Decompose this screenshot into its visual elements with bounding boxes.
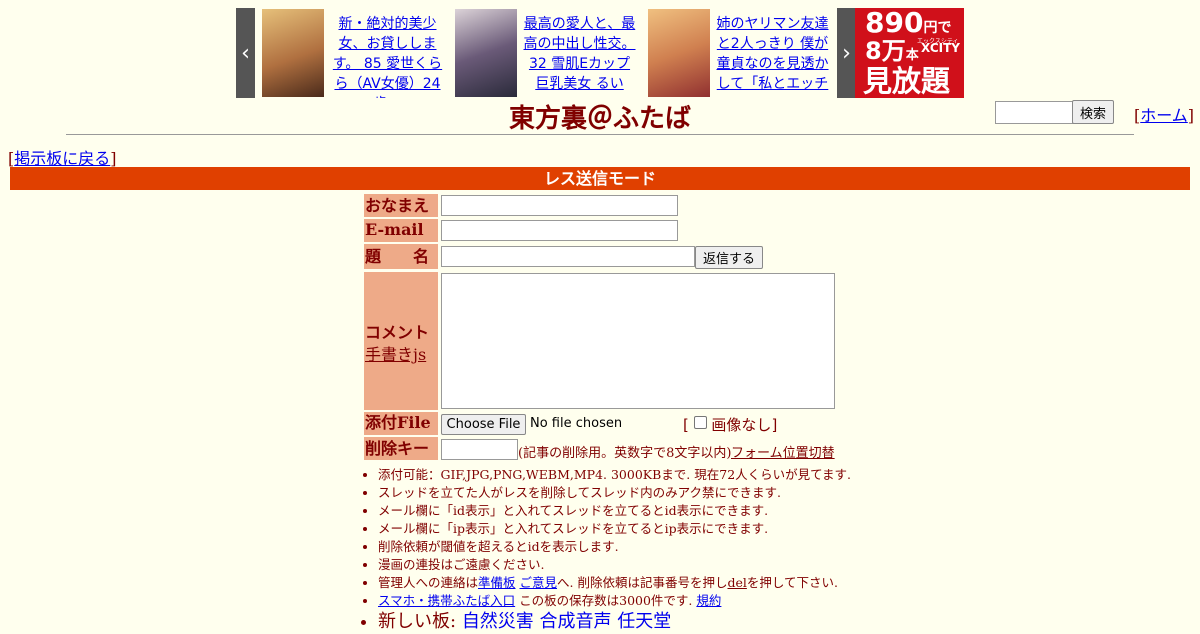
ad-link-1[interactable]: 新・絶対的美少女、お貸しします。 85 愛世くらら（AV女優）24歳。 xyxy=(330,14,445,98)
search-button[interactable]: 検索 xyxy=(1072,100,1114,124)
ad-banner-xcity[interactable]: 890円で 8万本 XCITY エックスシティ 見放題 xyxy=(855,8,964,98)
home-link[interactable]: ホーム xyxy=(1140,106,1188,125)
back-nav: [掲示板に戻る] xyxy=(8,149,117,168)
mobile-entrance-link[interactable]: スマホ・携帯ふたば入口 xyxy=(378,593,515,608)
ad-prev-button[interactable]: ‹ xyxy=(236,8,255,98)
name-label: おなまえ xyxy=(364,194,438,217)
list-item: 管理人への連絡は準備板 ご意見へ. 削除依頼は記事番号を押しdelを押して下さい… xyxy=(378,574,878,592)
handwriting-link[interactable]: 手書きjs xyxy=(365,341,426,365)
list-item: メール欄に「ip表示」と入れてスレッドを立てるとip表示にできます. xyxy=(378,520,878,538)
list-item: メール欄に「id表示」と入れてスレッドを立てるとid表示にできます. xyxy=(378,502,878,520)
ad-next-button[interactable]: › xyxy=(837,8,856,98)
search-input[interactable] xyxy=(995,101,1077,124)
ad-thumbnail-1[interactable] xyxy=(262,9,324,97)
chevron-left-icon: ‹ xyxy=(241,40,250,66)
list-item: 漫画の連投はご遠慮ください. xyxy=(378,556,878,574)
ad-thumbnail-3[interactable] xyxy=(648,9,710,97)
feedback-link[interactable]: ご意見 xyxy=(520,575,558,590)
ad-link-3[interactable]: 姉のヤリマン友達と2人っきり 僕が童貞なのを見透かして「私とエッチ xyxy=(715,14,830,98)
list-item: 削除依頼が閾値を超えるとidを表示します. xyxy=(378,538,878,556)
comment-textarea[interactable] xyxy=(441,273,835,409)
reply-mode-banner: レス送信モード xyxy=(10,167,1190,190)
new-board-link-nintendo[interactable]: 任天堂 xyxy=(617,611,671,632)
no-image-checkbox[interactable] xyxy=(693,416,707,429)
comment-label-cell: コメント 手書きjs xyxy=(364,272,438,410)
ad-link-2[interactable]: 最高の愛人と、最高の中出し性交。 32 雪肌Eカップ巨乳美女 るい xyxy=(522,14,637,98)
back-to-board-link[interactable]: 掲示板に戻る xyxy=(14,149,110,168)
delete-key-field[interactable] xyxy=(441,439,518,460)
comment-label: コメント xyxy=(365,323,430,342)
delete-key-label: 削除キー xyxy=(364,437,438,460)
board-rules-list: 添付可能：GIF,JPG,PNG,WEBM,MP4. 3000KBまで. 現在7… xyxy=(364,466,878,634)
subject-field[interactable] xyxy=(441,246,695,267)
home-nav: [ホーム] xyxy=(1134,106,1195,125)
ad-thumbnail-2[interactable] xyxy=(455,9,517,97)
list-item: 新しい板: 自然災害 合成音声 任天堂 xyxy=(378,610,878,634)
form-position-toggle-link[interactable]: フォーム位置切替 xyxy=(731,442,835,461)
new-board-link-synth-voice[interactable]: 合成音声 xyxy=(540,611,612,632)
new-board-link-disaster[interactable]: 自然災害 xyxy=(462,611,534,632)
file-label: 添付File xyxy=(364,412,438,435)
choose-file-button[interactable]: Choose File xyxy=(441,414,526,435)
no-file-text: No file chosen xyxy=(530,416,623,431)
subject-label: 題 名 xyxy=(364,244,438,269)
submit-reply-button[interactable]: 返信する xyxy=(695,246,763,269)
email-label: E-mail xyxy=(364,219,438,242)
delete-key-note: (記事の削除用。英数字で8文字以内) xyxy=(518,446,732,461)
prep-board-link[interactable]: 準備板 xyxy=(478,575,516,590)
del-link[interactable]: del xyxy=(727,575,746,590)
name-field[interactable] xyxy=(441,195,678,216)
chevron-right-icon: › xyxy=(842,40,851,66)
divider xyxy=(66,134,1134,135)
email-field[interactable] xyxy=(441,220,678,241)
ad-strip: ‹ 新・絶対的美少女、お貸しします。 85 愛世くらら（AV女優）24歳。 最高… xyxy=(236,8,964,98)
list-item: スレッドを立てた人がレスを削除してスレッド内のみアク禁にできます. xyxy=(378,484,878,502)
list-item: 添付可能：GIF,JPG,PNG,WEBM,MP4. 3000KBまで. 現在7… xyxy=(378,466,878,484)
no-image-option: [ 画像なし] xyxy=(683,416,778,434)
list-item: スマホ・携帯ふたば入口 この板の保存数は3000件です. 規約 xyxy=(378,592,878,610)
terms-link[interactable]: 規約 xyxy=(696,593,721,608)
